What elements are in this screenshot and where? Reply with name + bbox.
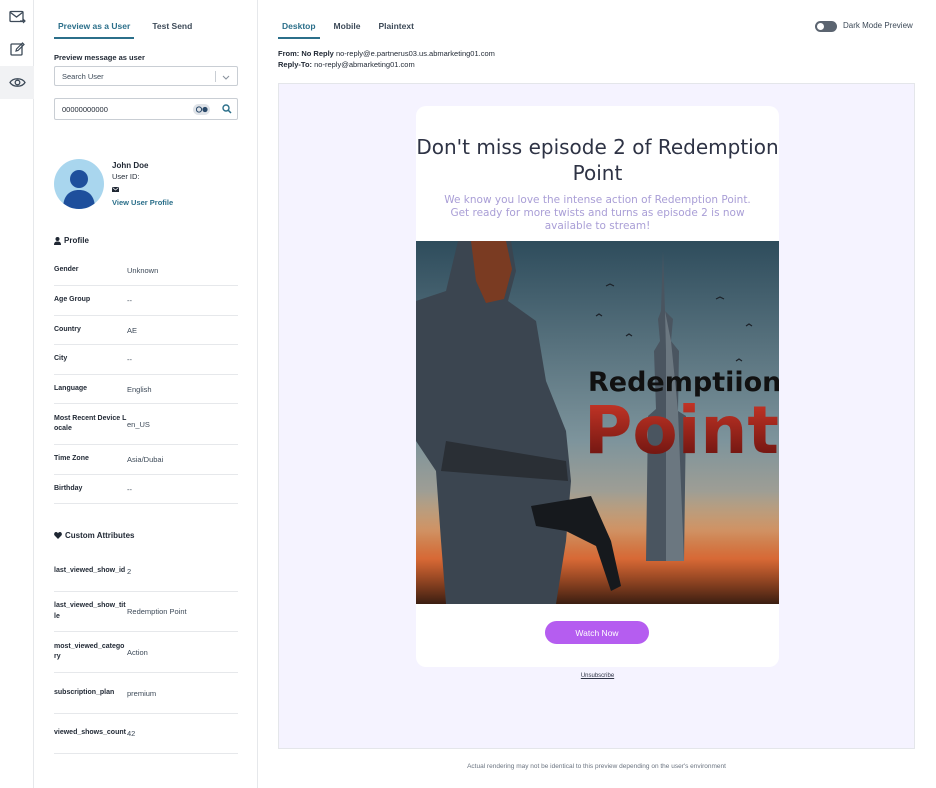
- from-name: No Reply: [301, 49, 334, 58]
- reply-to-email: no-reply@abmarketing01.com: [314, 60, 415, 69]
- rail-item-messages[interactable]: [0, 0, 34, 33]
- custom-attributes-title: Custom Attributes: [65, 531, 135, 540]
- user-avatar-icon: [63, 170, 95, 209]
- profile-key: Most Recent Device Locale: [54, 414, 127, 433]
- profile-row: Most Recent Device Locale en_US: [54, 404, 238, 445]
- tab-plaintext[interactable]: Plaintext: [374, 15, 417, 39]
- profile-key: Time Zone: [54, 455, 89, 463]
- user-id-input[interactable]: 00000000000: [54, 98, 238, 120]
- watch-now-button[interactable]: Watch Now: [545, 621, 649, 644]
- profile-value: --: [127, 355, 132, 364]
- search-user-placeholder: Search User: [62, 71, 104, 81]
- mail-send-icon: [8, 10, 26, 23]
- profile-row: Birthday --: [54, 475, 238, 504]
- email-card: Don't miss episode 2 of Redemption Point…: [416, 106, 779, 667]
- tab-desktop[interactable]: Desktop: [278, 15, 320, 39]
- attribute-value: Redemption Point: [127, 607, 187, 616]
- from-email: no-reply@e.partnerus03.us.abmarketing01.…: [335, 49, 495, 58]
- profile-row: Language English: [54, 375, 238, 404]
- attribute-row: viewed_shows_count 42: [54, 714, 238, 754]
- attribute-value: 42: [127, 729, 136, 738]
- dark-mode-toggle[interactable]: [815, 21, 837, 32]
- preview-settings-panel: Preview as a User Test Send Preview mess…: [34, 0, 258, 788]
- heart-icon: [54, 532, 62, 539]
- email-subtext: We know you love the intense action of R…: [444, 194, 751, 232]
- profile-section-title: Profile: [54, 236, 89, 245]
- reply-to-line: Reply-To: no-reply@abmarketing01.com: [278, 59, 495, 70]
- profile-key: Birthday: [54, 484, 83, 492]
- icon-rail: [0, 0, 34, 788]
- profile-row: City --: [54, 345, 238, 375]
- profile-value: --: [127, 296, 132, 305]
- id-type-badge-icon[interactable]: [193, 104, 210, 115]
- rail-item-compose[interactable]: [0, 33, 34, 66]
- view-user-profile-link[interactable]: View User Profile: [112, 198, 173, 207]
- attribute-value: premium: [127, 688, 157, 698]
- profile-row: Time Zone Asia/Dubai: [54, 445, 238, 475]
- profile-key: Age Group: [54, 296, 91, 304]
- avatar: [54, 159, 104, 209]
- custom-attributes-section-title: Custom Attributes: [54, 531, 134, 540]
- rendering-disclaimer: Actual rendering may not be identical to…: [467, 763, 726, 770]
- attribute-row: subscription_plan premium: [54, 673, 238, 714]
- email-headline: Don't miss episode 2 of Redemption Point: [416, 135, 779, 185]
- profile-key: City: [54, 355, 68, 363]
- attribute-value: Action: [127, 647, 148, 657]
- profile-row: Gender Unknown: [54, 256, 238, 286]
- device-tabs: Desktop Mobile Plaintext: [278, 15, 428, 39]
- profile-value: AE: [127, 325, 138, 335]
- profile-value: en_US: [127, 419, 150, 429]
- search-user-select[interactable]: Search User: [54, 66, 238, 86]
- profile-value: Asia/Dubai: [127, 455, 164, 464]
- unsubscribe-link[interactable]: Unsubscribe: [279, 673, 916, 679]
- preview-user-label: Preview message as user: [54, 53, 145, 62]
- left-tabs: Preview as a User Test Send: [54, 15, 210, 39]
- user-id-label: User ID:: [112, 172, 140, 181]
- attribute-row: most_viewed_category Action: [54, 632, 238, 673]
- profile-key: Country: [54, 325, 81, 333]
- reply-to-label: Reply-To:: [278, 60, 313, 69]
- eye-icon: [8, 78, 26, 87]
- profile-row: Country AE: [54, 316, 238, 345]
- profile-key: Language: [54, 384, 88, 392]
- tab-preview-as-user[interactable]: Preview as a User: [54, 15, 135, 39]
- select-divider: [215, 71, 216, 82]
- attribute-value: 2: [127, 566, 132, 576]
- attribute-key: subscription_plan: [54, 688, 115, 696]
- attribute-key: viewed_shows_count: [54, 729, 126, 737]
- tab-test-send[interactable]: Test Send: [148, 15, 196, 39]
- dark-mode-label: Dark Mode Preview: [843, 21, 913, 30]
- poster-title-line2: Point: [584, 392, 779, 469]
- person-icon: [54, 236, 61, 245]
- attribute-key: last_viewed_show_id: [54, 566, 126, 574]
- profile-row: Age Group --: [54, 286, 238, 316]
- rail-item-preview[interactable]: [0, 66, 34, 99]
- profile-value: English: [127, 384, 152, 394]
- tab-mobile[interactable]: Mobile: [330, 15, 365, 39]
- profile-value: Unknown: [127, 266, 159, 275]
- profile-value: --: [127, 484, 132, 494]
- attribute-key: most_viewed_category: [54, 642, 125, 661]
- user-name: John Doe: [112, 161, 149, 170]
- email-headers: From: No Reply no-reply@e.partnerus03.us…: [278, 48, 495, 70]
- edit-icon: [9, 42, 25, 56]
- attribute-row: last_viewed_show_id 2: [54, 551, 238, 592]
- search-icon[interactable]: [222, 104, 232, 116]
- from-label: From:: [278, 49, 300, 58]
- from-line: From: No Reply no-reply@e.partnerus03.us…: [278, 48, 495, 59]
- profile-title: Profile: [64, 236, 89, 245]
- attribute-key: last_viewed_show_title: [54, 602, 126, 620]
- email-preview-canvas: Don't miss episode 2 of Redemption Point…: [278, 83, 915, 749]
- profile-key: Gender: [54, 266, 79, 274]
- attribute-row: last_viewed_show_title Redemption Point: [54, 592, 238, 632]
- user-id-value: 00000000000: [62, 104, 108, 114]
- email-icon: [112, 185, 119, 194]
- poster-image: Redemptiion Point: [416, 241, 779, 604]
- chevron-down-icon[interactable]: [220, 71, 232, 83]
- preview-area: Desktop Mobile Plaintext Dark Mode Previ…: [258, 0, 936, 788]
